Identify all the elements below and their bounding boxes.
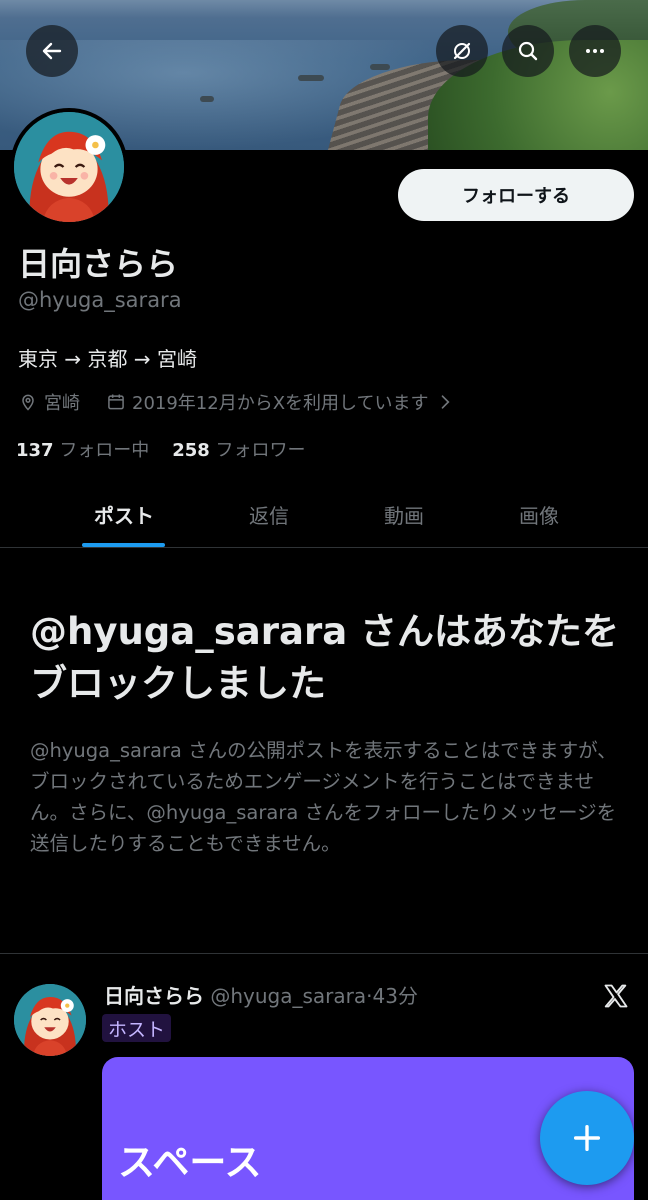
follow-button[interactable]: フォローする: [398, 169, 634, 221]
blocked-notice-title: @hyuga_sarara さんはあなたをブロックしました: [30, 610, 620, 705]
compose-fab-button[interactable]: [540, 1091, 634, 1185]
profile-display-name: 日向さらら: [18, 245, 179, 283]
more-icon: [586, 49, 604, 53]
follow-counts: 137 フォロー中 258 フォロワー: [16, 436, 306, 462]
profile-joined-date[interactable]: 2019年12月からXを利用しています: [132, 389, 429, 415]
tab-videos[interactable]: 動画: [332, 480, 476, 548]
profile-avatar[interactable]: [10, 108, 128, 226]
following-link[interactable]: 137 フォロー中: [16, 440, 149, 461]
post-author-name[interactable]: 日向さらら: [104, 984, 204, 1008]
host-badge: ホスト: [102, 1014, 172, 1042]
more-button[interactable]: [569, 25, 621, 77]
search-icon: [518, 41, 538, 61]
banner-rock: [370, 64, 390, 70]
tab-images[interactable]: 画像: [467, 480, 611, 548]
post-header: 日向さらら @hyuga_sarara·43分: [104, 980, 418, 1009]
plus-icon: [573, 1124, 601, 1152]
x-logo-icon: [604, 984, 628, 1008]
back-arrow-icon: [42, 42, 62, 60]
calendar-icon: [108, 394, 124, 410]
profile-location: 宮崎: [44, 393, 80, 414]
post-author-avatar[interactable]: [14, 984, 86, 1056]
followers-count: 258: [172, 440, 210, 461]
profile-handle: @hyuga_sarara: [18, 288, 182, 312]
location-pin-icon: [22, 394, 34, 411]
grok-button[interactable]: [436, 25, 488, 77]
blocked-notice-description: @hyuga_sarara さんの公開ポストを表示することはできますが、ブロック…: [30, 739, 617, 855]
back-button[interactable]: [26, 25, 78, 77]
post-time[interactable]: 43分: [373, 984, 418, 1008]
active-tab-indicator: [82, 543, 165, 547]
profile-tabs: ポスト 返信 動画 画像: [0, 480, 648, 548]
followers-link[interactable]: 258 フォロワー: [172, 440, 305, 461]
followers-label: フォロワー: [215, 440, 306, 461]
grok-icon: [453, 42, 471, 60]
following-label: フォロー中: [59, 440, 150, 461]
space-card-title: スペース: [118, 1141, 262, 1184]
profile-bio: 東京 → 京都 → 宮崎: [18, 347, 197, 371]
banner-rock: [200, 96, 214, 102]
search-button[interactable]: [502, 25, 554, 77]
avatar-illustration: [14, 112, 124, 222]
chevron-right-icon[interactable]: [435, 392, 455, 412]
avatar-illustration: [14, 984, 86, 1056]
banner-rock: [298, 75, 324, 81]
tab-posts[interactable]: ポスト: [52, 480, 196, 548]
profile-meta: 宮崎 2019年12月からXを利用しています: [18, 388, 455, 416]
post-author-handle[interactable]: @hyuga_sarara: [210, 984, 366, 1008]
tab-replies[interactable]: 返信: [197, 480, 341, 548]
divider: [0, 953, 648, 954]
following-count: 137: [16, 440, 54, 461]
